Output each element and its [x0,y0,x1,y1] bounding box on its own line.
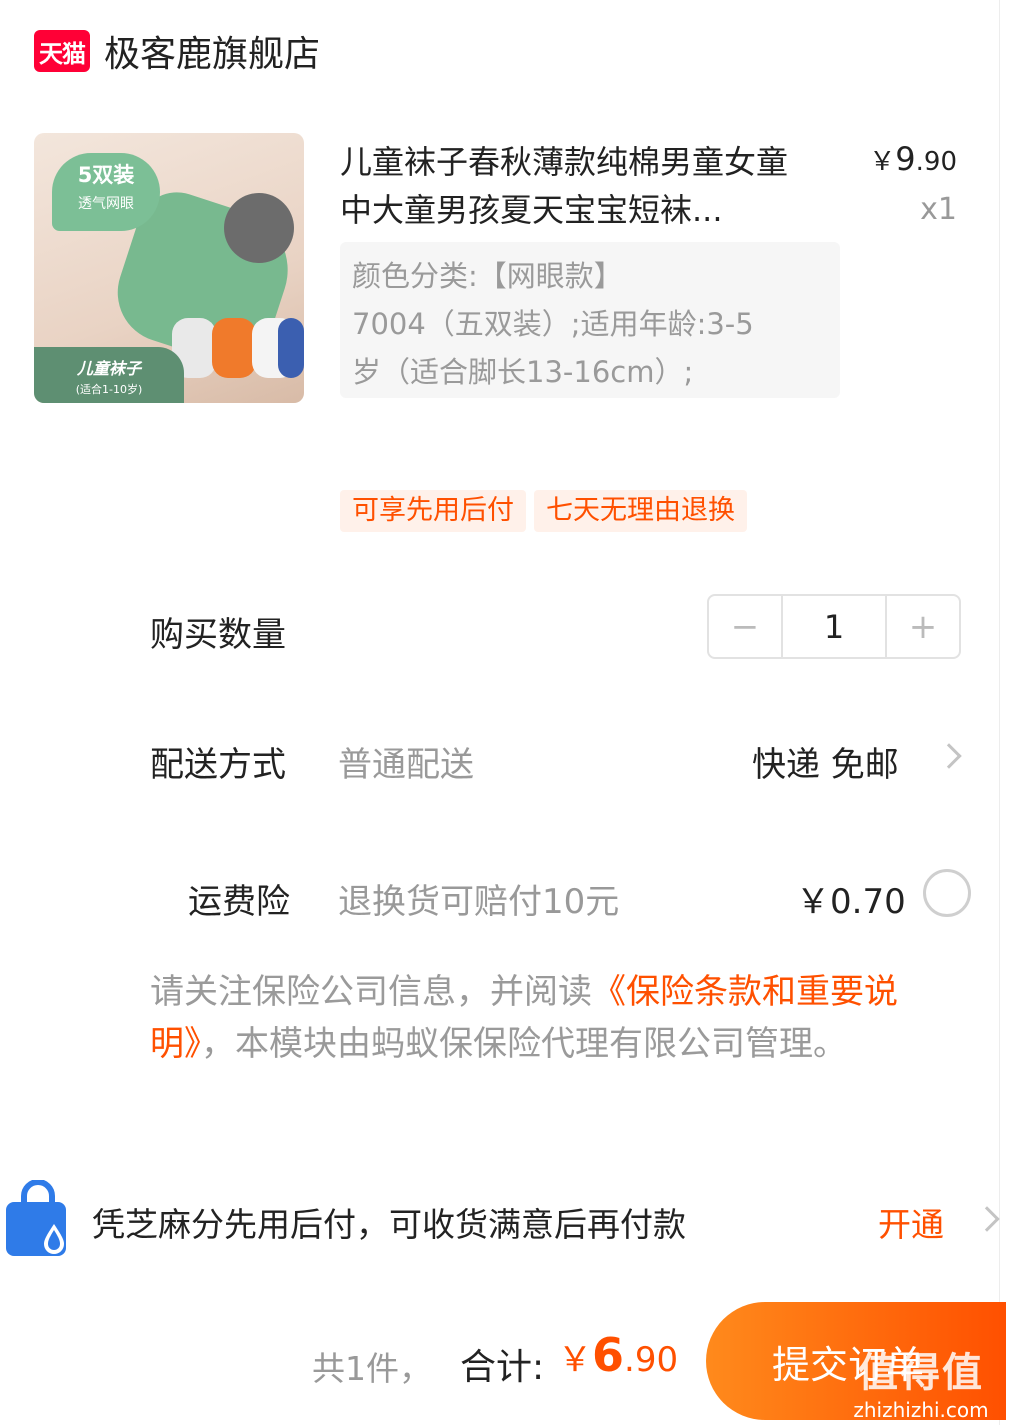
insurance-label: 运费险 [188,882,290,922]
chevron-right-icon[interactable] [974,1206,1000,1232]
sku-line: 颜色分类:【网眼款】 [352,259,623,293]
insurance-notice: 请关注保险公司信息，并阅读《保险条款和重要说明》，本模块由蚂蚁保保险代理有限公司… [150,966,980,1070]
site-watermark: 值得值 zhizhizhi.com [836,1340,1006,1422]
sku-line: 岁（适合脚长13-16cm）; [352,355,694,389]
quantity-label: 购买数量 [150,615,286,655]
watermark-url: zhizhizhi.com [853,1398,989,1422]
total-dec: .90 [624,1340,679,1380]
minus-icon[interactable]: − [709,596,781,657]
quantity-stepper: − 1 + [707,594,961,659]
insurance-radio-icon[interactable] [923,869,971,917]
product-image[interactable]: 5双装 透气网眼 儿童袜子 (适合1-10岁) [34,133,304,403]
pay-later-promo: 凭芝麻分先用后付，可收货满意后再付款 [92,1205,686,1244]
sku-info[interactable]: 颜色分类:【网眼款】 7004（五双装）;适用年龄:3-5 岁（适合脚长13-1… [340,242,840,398]
plus-icon[interactable]: + [887,596,959,657]
mini-sock [278,318,304,378]
store-name[interactable]: 极客鹿旗舰店 [104,25,320,77]
product-title[interactable]: 儿童袜子春秋薄款纯棉男童女童中大童男孩夏天宝宝短袜... [340,138,810,234]
delivery-value[interactable]: 快递 免邮 [752,737,899,786]
notice-text: 请关注保险公司信息，并阅读 [150,972,592,1012]
total-int: 6 [592,1328,625,1382]
item-count: 共1件， [312,1349,432,1388]
notice-text: ，本模块由蚂蚁保保险代理有限公司管理。 [201,1024,847,1064]
image-label: 儿童袜子 (适合1-10岁) [34,347,184,403]
order-confirm-card: 天猫 极客鹿旗舰店 5双装 透气网眼 儿童袜子 (适合1-10岁) 儿童袜子春秋… [0,0,1000,1425]
sku-line: 7004（五双装）;适用年龄:3-5 [352,307,754,341]
total-label: 合计: [460,1347,545,1388]
chevron-right-icon[interactable] [936,743,962,769]
service-tags: 可享先用后付 七天无理由退换 [340,490,747,532]
price-int: 9 [895,140,916,178]
shopping-bag-icon [6,1180,66,1256]
insurance-desc: 退换货可赔付10元 [338,882,620,922]
image-label-main: 儿童袜子 [76,359,141,378]
total-currency: ￥ [558,1340,592,1380]
pack-badge: 5双装 透气网眼 [52,153,160,231]
delivery-method: 普通配送 [338,745,474,785]
insurance-price: ￥0.70 [796,882,906,922]
product-price: ￥9.90 [869,140,957,178]
pack-count: 5双装 [77,163,135,187]
price-dec: .90 [915,147,957,177]
watermark-main: 值得值 [858,1350,984,1396]
pack-feature: 透气网眼 [78,196,134,212]
tag-seven-day-return: 七天无理由退换 [534,490,747,532]
total-amount: ￥6.90 [558,1328,678,1382]
delivery-label: 配送方式 [150,745,286,785]
enable-pay-later-button[interactable]: 开通 [878,1198,944,1246]
mini-sock [212,318,256,378]
store-header[interactable]: 天猫 极客鹿旗舰店 [34,26,320,76]
quantity-value[interactable]: 1 [781,596,887,657]
image-label-sub: (适合1-10岁) [75,383,143,396]
product-quantity: x1 [920,192,957,227]
price-currency: ￥ [869,147,896,177]
tag-pay-later: 可享先用后付 [340,490,526,532]
tmall-logo-icon: 天猫 [34,30,90,72]
sock-heel-illustration [224,193,294,263]
